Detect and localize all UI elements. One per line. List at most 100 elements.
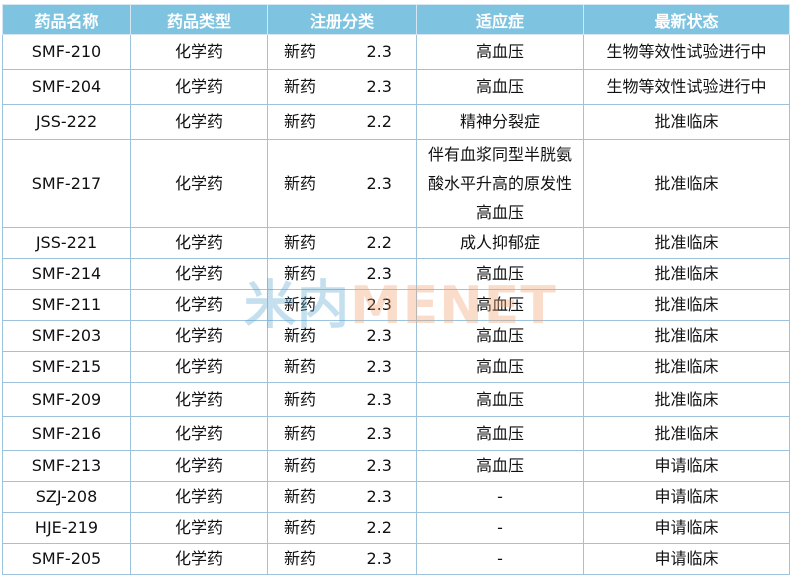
registration-type-cell: 新药 [267,351,345,383]
drug-type-cell: 化学药 [130,351,268,383]
registration-type-cell: 新药 [267,227,345,259]
drug-type-cell: 化学药 [130,416,268,451]
table-row: SMF-204 化学药 新药 2.3 高血压 生物等效性试验进行中 [2,69,790,105]
indication-cell: - [416,543,584,575]
header-drug-name: 药品名称 [2,4,131,35]
drug-name-cell: SMF-210 [2,34,131,70]
table-row: JSS-222 化学药 新药 2.2 精神分裂症 批准临床 [2,104,790,140]
table-row: SMF-213 化学药 新药 2.3 高血压 申请临床 [2,450,790,482]
registration-type-cell: 新药 [267,104,345,140]
indication-cell: 精神分裂症 [416,104,584,140]
table-header-row: 药品名称 药品类型 注册分类 适应症 最新状态 [2,4,790,35]
drug-name-cell: SZJ-208 [2,481,131,513]
table-row: SMF-217 化学药 新药 2.3 伴有血浆同型半胱氨酸水平升高的原发性高血压 批准临床 [2,139,790,228]
registration-class-cell: 2.3 [344,320,417,352]
registration-class-cell: 2.3 [344,139,417,228]
drug-name-cell: SMF-205 [2,543,131,575]
registration-type-cell: 新药 [267,69,345,105]
registration-type-cell: 新药 [267,543,345,575]
drug-name-cell: SMF-213 [2,450,131,482]
drug-name-cell: SMF-215 [2,351,131,383]
drug-type-cell: 化学药 [130,139,268,228]
registration-class-cell: 2.3 [344,351,417,383]
status-cell: 生物等效性试验进行中 [583,34,790,70]
indication-cell: 高血压 [416,450,584,482]
registration-class-cell: 2.2 [344,512,417,544]
indication-cell: 高血压 [416,289,584,321]
drug-type-cell: 化学药 [130,382,268,417]
status-cell: 申请临床 [583,450,790,482]
registration-class-cell: 2.3 [344,416,417,451]
status-cell: 申请临床 [583,512,790,544]
indication-cell: - [416,481,584,513]
indication-cell: 高血压 [416,258,584,290]
indication-cell: 高血压 [416,34,584,70]
drug-type-cell: 化学药 [130,104,268,140]
table-row: SMF-214 化学药 新药 2.3 高血压 批准临床 [2,258,790,290]
table-row: SMF-210 化学药 新药 2.3 高血压 生物等效性试验进行中 [2,34,790,70]
drug-name-cell: SMF-216 [2,416,131,451]
drug-type-cell: 化学药 [130,543,268,575]
status-cell: 批准临床 [583,289,790,321]
table-row: SMF-211 化学药 新药 2.3 高血压 批准临床 [2,289,790,321]
table-row: SMF-209 化学药 新药 2.3 高血压 批准临床 [2,382,790,417]
drug-name-cell: SMF-209 [2,382,131,417]
registration-type-cell: 新药 [267,289,345,321]
status-cell: 批准临床 [583,351,790,383]
indication-cell: - [416,512,584,544]
status-cell: 批准临床 [583,104,790,140]
registration-type-cell: 新药 [267,450,345,482]
registration-class-cell: 2.3 [344,382,417,417]
table-row: SMF-216 化学药 新药 2.3 高血压 批准临床 [2,416,790,451]
header-registration-class: 注册分类 [267,4,417,35]
indication-cell: 成人抑郁症 [416,227,584,259]
table-row: HJE-219 化学药 新药 2.2- 申请临床 [2,512,790,544]
indication-cell: 高血压 [416,382,584,417]
registration-class-cell: 2.2 [344,227,417,259]
drug-type-cell: 化学药 [130,227,268,259]
registration-class-cell: 2.3 [344,450,417,482]
table-row: SMF-215 化学药 新药 2.3 高血压 批准临床 [2,351,790,383]
header-drug-type: 药品类型 [130,4,268,35]
registration-class-cell: 2.3 [344,481,417,513]
drug-type-cell: 化学药 [130,481,268,513]
status-cell: 批准临床 [583,227,790,259]
drug-name-cell: HJE-219 [2,512,131,544]
status-cell: 批准临床 [583,258,790,290]
drug-type-cell: 化学药 [130,69,268,105]
status-cell: 批准临床 [583,139,790,228]
drug-name-cell: SMF-214 [2,258,131,290]
indication-cell: 伴有血浆同型半胱氨酸水平升高的原发性高血压 [416,139,584,228]
status-cell: 申请临床 [583,543,790,575]
registration-type-cell: 新药 [267,481,345,513]
registration-type-cell: 新药 [267,382,345,417]
status-cell: 批准临床 [583,416,790,451]
header-indication: 适应症 [416,4,584,35]
drug-name-cell: SMF-203 [2,320,131,352]
drug-name-cell: SMF-211 [2,289,131,321]
registration-class-cell: 2.3 [344,543,417,575]
registration-class-cell: 2.3 [344,34,417,70]
status-cell: 批准临床 [583,382,790,417]
registration-type-cell: 新药 [267,258,345,290]
indication-cell: 高血压 [416,416,584,451]
drug-type-cell: 化学药 [130,320,268,352]
drug-name-cell: SMF-217 [2,139,131,228]
table-body: SMF-210 化学药 新药 2.3 高血压 生物等效性试验进行中 SMF-204 化学药 新药… [2,34,790,575]
registration-type-cell: 新药 [267,34,345,70]
registration-type-cell: 新药 [267,320,345,352]
table-row: JSS-221 化学药 新药 2.2 成人抑郁症 批准临床 [2,227,790,259]
drug-type-cell: 化学药 [130,450,268,482]
status-cell: 生物等效性试验进行中 [583,69,790,105]
status-cell: 申请临床 [583,481,790,513]
registration-class-cell: 2.2 [344,104,417,140]
table-row: SMF-203 化学药 新药 2.3 高血压 批准临床 [2,320,790,352]
drug-type-cell: 化学药 [130,512,268,544]
registration-type-cell: 新药 [267,512,345,544]
status-cell: 批准临床 [583,320,790,352]
registration-class-cell: 2.3 [344,69,417,105]
registration-class-cell: 2.3 [344,289,417,321]
drug-name-cell: SMF-204 [2,69,131,105]
indication-cell: 高血压 [416,69,584,105]
indication-cell: 高血压 [416,320,584,352]
